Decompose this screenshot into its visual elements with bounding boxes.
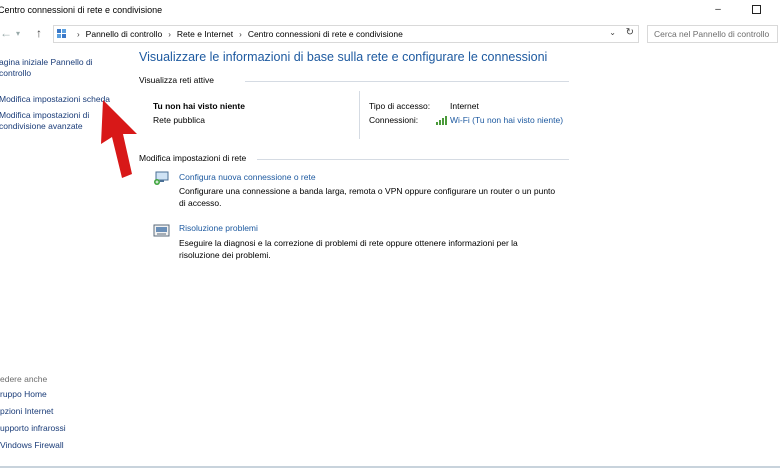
window-title: Centro connessioni di rete e condivision…: [0, 5, 163, 15]
active-networks-label: Visualizza reti attive: [139, 75, 214, 85]
minimize-icon[interactable]: –: [710, 2, 726, 16]
title-bar: Centro connessioni di rete e condivision…: [0, 0, 780, 20]
see-also-internet-options[interactable]: pzioni Internet: [0, 406, 130, 417]
divider: [245, 81, 569, 82]
address-bar[interactable]: › Pannello di controllo › Rete e Interne…: [53, 25, 639, 43]
maximize-icon[interactable]: [748, 2, 764, 16]
breadcrumb-network-internet[interactable]: Rete e Internet: [177, 29, 233, 39]
troubleshoot-link[interactable]: Risoluzione problemi: [179, 223, 258, 233]
page-title: Visualizzare le informazioni di base sul…: [139, 50, 548, 64]
chevron-right-icon: ›: [239, 29, 242, 39]
breadcrumb-network-center[interactable]: Centro connessioni di rete e condivision…: [248, 29, 403, 39]
access-type-label: Tipo di accesso:: [369, 101, 431, 111]
refresh-icon[interactable]: ↻: [626, 27, 634, 38]
setup-new-connection-link[interactable]: Configura nuova connessione o rete: [179, 172, 316, 182]
new-connection-icon: [154, 171, 169, 185]
divider: [359, 91, 360, 139]
control-panel-icon: [57, 29, 66, 38]
forward-arrow-icon[interactable]: ▾: [16, 29, 20, 38]
troubleshoot-icon: [153, 224, 170, 237]
back-arrow-icon[interactable]: ←: [0, 26, 12, 40]
change-settings-label: Modifica impostazioni di rete: [139, 153, 247, 163]
setup-new-connection-description: Configurare una connessione a banda larg…: [179, 186, 556, 208]
search-input[interactable]: Cerca nel Pannello di controllo: [647, 25, 778, 43]
chevron-right-icon: ›: [168, 29, 171, 39]
active-networks-header: Visualizza reti attive: [139, 75, 569, 85]
see-also-homegroup[interactable]: ruppo Home: [0, 389, 130, 400]
navigation-bar: ← ▾ ↑ › Pannello di controllo › Rete e I…: [0, 22, 780, 46]
access-type-value: Internet: [450, 101, 479, 111]
chevron-down-icon[interactable]: ⌄: [609, 28, 616, 37]
see-also-header: edere anche: [0, 374, 48, 384]
chevron-right-icon: ›: [77, 29, 80, 39]
red-arrow-annotation: [101, 100, 137, 178]
sidebar-link-advanced-sharing[interactable]: Modifica impostazioni di condivisione av…: [0, 110, 99, 132]
see-also-infrared[interactable]: upporto infrarossi: [0, 423, 130, 434]
network-type[interactable]: Rete pubblica: [153, 115, 205, 125]
network-name: Tu non hai visto niente: [153, 101, 245, 111]
breadcrumb-control-panel[interactable]: Pannello di controllo: [86, 29, 163, 39]
change-settings-header: Modifica impostazioni di rete: [139, 153, 569, 163]
see-also-windows-firewall[interactable]: Vindows Firewall: [0, 440, 130, 451]
connections-label: Connessioni:: [369, 115, 419, 125]
wifi-signal-icon: [436, 116, 447, 125]
up-arrow-icon[interactable]: ↑: [36, 26, 42, 40]
bottom-border: [0, 466, 780, 468]
divider: [257, 159, 569, 160]
see-also-section: edere anche ruppo Home pzioni Internet u…: [0, 374, 130, 457]
wifi-connection-link[interactable]: Wi-Fi (Tu non hai visto niente): [450, 115, 563, 125]
sidebar-link-control-panel-home[interactable]: agina iniziale Pannello di controllo: [0, 57, 109, 79]
troubleshoot-description: Eseguire la diagnosi e la correzione di …: [179, 238, 518, 260]
